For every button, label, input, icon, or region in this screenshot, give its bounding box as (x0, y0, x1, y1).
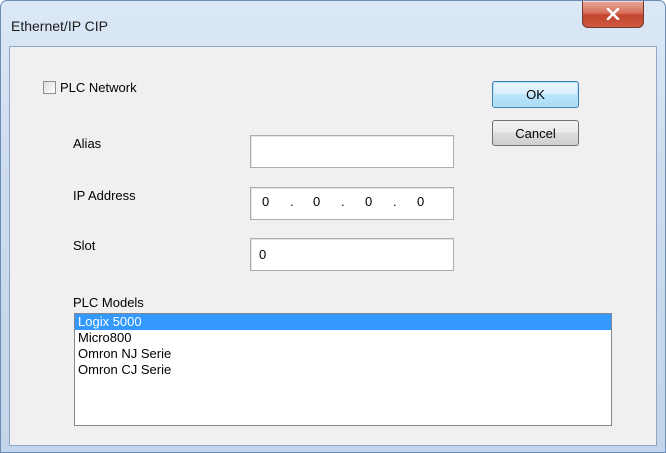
ip-octet-2[interactable]: 0 (313, 194, 320, 209)
alias-input[interactable] (250, 135, 454, 168)
slot-label: Slot (73, 238, 96, 253)
list-item-omron-nj-serie[interactable]: Omron NJ Serie (75, 346, 611, 362)
ip-octet-1[interactable]: 0 (262, 194, 269, 209)
close-icon (606, 8, 620, 20)
list-item-omron-cj-serie[interactable]: Omron CJ Serie (75, 362, 611, 378)
plc-network-checkbox-row[interactable]: PLC Network (43, 80, 137, 95)
window-title: Ethernet/IP CIP (11, 18, 109, 34)
plc-models-label: PLC Models (73, 295, 144, 310)
alias-label: Alias (73, 136, 102, 151)
slot-input[interactable]: 0 (250, 238, 454, 271)
list-item-logix-5000[interactable]: Logix 5000 (75, 314, 611, 330)
dialog-window: Ethernet/IP CIP PLC Network Alias IP Add… (0, 0, 666, 453)
ip-dot-3: . (393, 194, 397, 209)
plc-models-listbox[interactable]: Logix 5000 Micro800 Omron NJ Serie Omron… (74, 313, 612, 426)
close-button[interactable] (582, 1, 644, 28)
ok-button[interactable]: OK (492, 81, 579, 108)
ip-octet-3[interactable]: 0 (365, 194, 372, 209)
plc-network-checkbox[interactable] (43, 81, 56, 94)
title-bar[interactable]: Ethernet/IP CIP (1, 1, 665, 45)
list-item-micro800[interactable]: Micro800 (75, 330, 611, 346)
dialog-client-area: PLC Network Alias IP Address 0 . 0 . 0 .… (9, 46, 657, 446)
plc-network-label: PLC Network (60, 80, 137, 95)
ip-dot-2: . (341, 194, 345, 209)
ip-address-label: IP Address (73, 188, 136, 203)
ip-dot-1: . (290, 194, 294, 209)
ip-address-input[interactable]: 0 . 0 . 0 . 0 (250, 187, 454, 220)
ip-octet-4[interactable]: 0 (417, 194, 424, 209)
cancel-button[interactable]: Cancel (492, 120, 579, 146)
